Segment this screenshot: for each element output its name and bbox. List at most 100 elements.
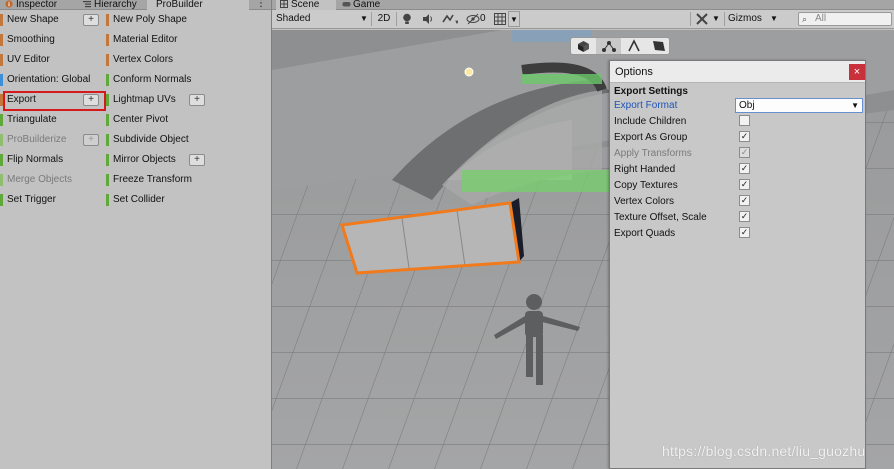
tool-new-poly-shape[interactable]: New Poly Shape (106, 12, 210, 28)
scene-toolbar: Shaded ▼ 2D ▼ 0 ▼ ▼ Gizmos ▼ ⌕ All (272, 10, 894, 29)
option-checkbox[interactable] (739, 115, 750, 126)
tool-orientation-global[interactable]: Orientation: Global (0, 72, 104, 88)
tool-category-bar (106, 134, 109, 146)
vertex-mode-button[interactable] (596, 38, 621, 54)
export-settings-heading: Export Settings (614, 86, 688, 97)
tool-merge-objects[interactable]: Merge Objects (0, 172, 104, 188)
probuilder-select-mode-toolbar (570, 37, 670, 55)
options-title-bar[interactable]: Options × (610, 61, 865, 83)
option-label: Export As Group (614, 132, 688, 143)
option-label: Vertex Colors (614, 196, 675, 207)
tool-label: Smoothing (7, 34, 55, 45)
tool-probuilderize[interactable]: ProBuilderize + (0, 132, 104, 148)
tool-vertex-colors[interactable]: Vertex Colors (106, 52, 210, 68)
tool-label: Merge Objects (7, 174, 73, 185)
tool-set-trigger[interactable]: Set Trigger (0, 192, 104, 208)
shading-mode-label: Shaded (276, 13, 311, 24)
tool-freeze-transform[interactable]: Freeze Transform (106, 172, 210, 188)
gizmos-dropdown[interactable]: Gizmos ▼ (728, 11, 794, 27)
tool-options-plus-button[interactable]: + (189, 154, 205, 166)
tool-smoothing[interactable]: Smoothing (0, 32, 104, 48)
tool-new-shape[interactable]: New Shape + (0, 12, 104, 28)
tool-options-plus-button[interactable]: + (83, 134, 99, 146)
tool-material-editor[interactable]: Material Editor (106, 32, 210, 48)
tab-probuilder[interactable]: ProBuilder (147, 0, 249, 11)
tool-category-bar (0, 174, 3, 186)
hidden-objects-toggle[interactable]: 0 (466, 11, 486, 27)
lightbulb-icon (402, 13, 412, 29)
toolbar-separator (724, 12, 725, 26)
tab-game[interactable]: Game (338, 0, 398, 10)
tool-label: Set Trigger (7, 194, 56, 205)
tool-subdivide-object[interactable]: Subdivide Object (106, 132, 210, 148)
audio-toggle[interactable] (422, 11, 434, 27)
tool-label: Orientation: Global (7, 74, 91, 85)
tool-center-pivot[interactable]: Center Pivot (106, 112, 210, 128)
option-checkbox[interactable]: ✓ (739, 227, 750, 238)
option-row-right-handed: Right Handed ✓ (614, 163, 864, 177)
grid-icon (280, 0, 288, 8)
option-row-texture-offset-scale: Texture Offset, Scale ✓ (614, 211, 864, 225)
tab-inspector[interactable]: Inspector (1, 0, 77, 10)
edge-mode-button[interactable] (621, 38, 646, 54)
tool-label: UV Editor (7, 54, 50, 65)
tool-set-collider[interactable]: Set Collider (106, 192, 210, 208)
option-checkbox[interactable]: ✓ (739, 163, 750, 174)
2d-toggle-label: 2D (377, 13, 391, 24)
tool-conform-normals[interactable]: Conform Normals (106, 72, 210, 88)
tool-category-bar (106, 14, 109, 26)
tool-label: New Poly Shape (113, 14, 187, 25)
option-row-apply-transforms: Apply Transforms ✓ (614, 147, 864, 161)
tool-uv-editor[interactable]: UV Editor (0, 52, 104, 68)
option-checkbox[interactable]: ✓ (739, 131, 750, 142)
tool-options-plus-button[interactable]: + (189, 94, 205, 106)
tool-category-bar (0, 34, 3, 46)
tool-label: Conform Normals (113, 74, 192, 85)
toolbar-separator (371, 12, 372, 26)
close-button[interactable]: × (849, 64, 865, 80)
option-label: Export Quads (614, 228, 676, 239)
option-label: Include Children (614, 116, 687, 127)
lighting-toggle[interactable] (402, 11, 412, 27)
kebab-menu-icon[interactable]: ⋮ (256, 0, 266, 10)
tool-category-bar (106, 54, 109, 66)
tool-category-bar (0, 154, 3, 166)
tool-category-bar (0, 54, 3, 66)
tool-triangulate[interactable]: Triangulate (0, 112, 104, 128)
tool-mirror-objects[interactable]: Mirror Objects + (106, 152, 210, 168)
option-label: Right Handed (614, 164, 676, 175)
tool-category-bar (0, 134, 3, 146)
export-format-dropdown[interactable]: Obj ▼ (735, 98, 863, 113)
export-highlight-box (3, 91, 106, 111)
tool-category-bar (106, 114, 109, 126)
tool-label: Mirror Objects (113, 154, 176, 165)
eye-hidden-icon (466, 13, 480, 25)
tool-category-bar (0, 194, 3, 206)
option-checkbox[interactable]: ✓ (739, 179, 750, 190)
grid-toggle[interactable] (494, 11, 506, 27)
option-checkbox[interactable]: ✓ (739, 211, 750, 222)
tool-lightmap-uvs[interactable]: Lightmap UVs + (106, 92, 210, 108)
object-mode-button[interactable] (571, 38, 596, 54)
gizmos-label: Gizmos (728, 13, 762, 24)
tool-category-bar (106, 174, 109, 186)
tab-hierarchy[interactable]: Hierarchy (79, 0, 145, 10)
effects-dropdown[interactable]: ▼ (442, 11, 460, 28)
option-checkbox[interactable]: ✓ (739, 195, 750, 206)
grid-options-dropdown[interactable]: ▼ (508, 11, 520, 27)
2d-toggle[interactable]: 2D (376, 11, 392, 27)
tool-flip-normals[interactable]: Flip Normals (0, 152, 104, 168)
effects-icon: ▼ (442, 14, 460, 28)
tool-options-plus-button[interactable]: + (83, 14, 99, 26)
chevron-down-icon[interactable]: ▼ (712, 11, 720, 27)
face-mode-button[interactable] (646, 38, 671, 54)
tool-label: Material Editor (113, 34, 178, 45)
scene-search-field[interactable]: ⌕ All (798, 12, 892, 26)
tool-category-bar (106, 194, 109, 206)
hidden-count: 0 (480, 13, 486, 24)
tools-toggle[interactable] (696, 11, 708, 27)
tab-hierarchy-label: Hierarchy (94, 0, 137, 10)
shading-mode-dropdown[interactable]: Shaded ▼ (276, 11, 368, 27)
export-format-value: Obj (739, 100, 755, 111)
speaker-icon (422, 14, 434, 28)
